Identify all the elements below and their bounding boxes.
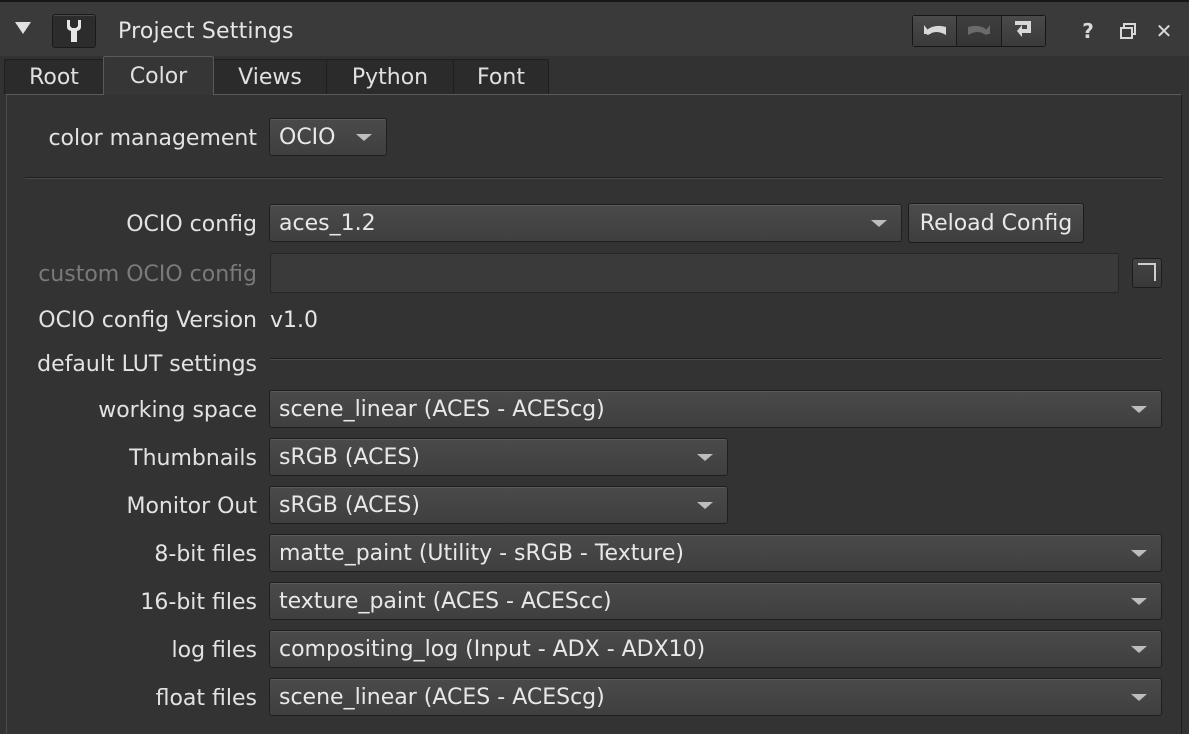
default-lut-settings-label: default LUT settings bbox=[37, 352, 257, 377]
redo-icon bbox=[966, 21, 992, 41]
panel-title: Project Settings bbox=[118, 19, 294, 44]
chevron-down-icon bbox=[1131, 598, 1147, 605]
reload-config-button[interactable]: Reload Config bbox=[908, 203, 1084, 243]
working-space-value: scene_linear (ACES - ACEScg) bbox=[279, 397, 605, 422]
ocio-config-value: aces_1.2 bbox=[279, 211, 376, 236]
ocio-config-dropdown[interactable]: aces_1.2 bbox=[269, 204, 902, 242]
tab-root[interactable]: Root bbox=[4, 59, 104, 94]
collapse-triangle-icon[interactable] bbox=[8, 12, 38, 44]
16bit-files-value: texture_paint (ACES - ACEScc) bbox=[279, 589, 612, 614]
log-files-label: log files bbox=[171, 638, 258, 663]
16bit-files-dropdown[interactable]: texture_paint (ACES - ACEScc) bbox=[269, 582, 1162, 620]
redo-button[interactable] bbox=[957, 16, 1002, 46]
chevron-down-icon bbox=[697, 502, 713, 509]
thumbnails-value: sRGB (ACES) bbox=[279, 445, 420, 470]
working-space-dropdown[interactable]: scene_linear (ACES - ACEScg) bbox=[269, 390, 1162, 428]
monitor-out-dropdown[interactable]: sRGB (ACES) bbox=[269, 486, 728, 524]
tab-bar: Root Color Views Python Font bbox=[0, 56, 1189, 95]
chevron-down-icon bbox=[697, 454, 713, 461]
color-management-label: color management bbox=[48, 126, 257, 151]
color-management-value: OCIO bbox=[279, 125, 336, 150]
tab-views[interactable]: Views bbox=[213, 59, 327, 94]
revert-button[interactable] bbox=[1001, 16, 1045, 46]
chevron-down-icon bbox=[871, 220, 887, 227]
custom-ocio-config-label: custom OCIO config bbox=[38, 262, 257, 287]
chevron-down-icon bbox=[1131, 694, 1147, 701]
custom-ocio-config-field[interactable] bbox=[270, 253, 1119, 293]
wrench-icon[interactable] bbox=[52, 14, 96, 48]
16bit-files-label: 16-bit files bbox=[140, 590, 257, 615]
log-files-value: compositing_log (Input - ADX - ADX10) bbox=[279, 637, 706, 662]
chevron-down-icon bbox=[356, 134, 372, 141]
history-buttons bbox=[912, 15, 1046, 47]
monitor-out-label: Monitor Out bbox=[126, 494, 257, 519]
tab-python[interactable]: Python bbox=[326, 59, 454, 94]
revert-icon bbox=[1012, 19, 1034, 43]
tab-font[interactable]: Font bbox=[453, 59, 549, 94]
help-icon[interactable]: ? bbox=[1074, 16, 1102, 46]
float-files-dropdown[interactable]: scene_linear (ACES - ACEScg) bbox=[269, 678, 1162, 716]
float-window-icon[interactable] bbox=[1114, 16, 1142, 46]
8bit-files-value: matte_paint (Utility - sRGB - Texture) bbox=[279, 541, 684, 566]
lut-section-divider bbox=[270, 358, 1162, 360]
ocio-config-version-label: OCIO config Version bbox=[38, 308, 257, 333]
undo-button[interactable] bbox=[913, 16, 958, 46]
float-files-label: float files bbox=[155, 686, 257, 711]
chevron-down-icon bbox=[1131, 550, 1147, 557]
8bit-files-label: 8-bit files bbox=[154, 542, 257, 567]
color-management-dropdown[interactable]: OCIO bbox=[269, 118, 387, 156]
chevron-down-icon bbox=[1131, 406, 1147, 413]
8bit-files-dropdown[interactable]: matte_paint (Utility - sRGB - Texture) bbox=[269, 534, 1162, 572]
tab-color[interactable]: Color bbox=[103, 56, 214, 95]
float-files-value: scene_linear (ACES - ACEScg) bbox=[279, 685, 605, 710]
section-divider bbox=[25, 177, 1162, 179]
thumbnails-dropdown[interactable]: sRGB (ACES) bbox=[269, 438, 728, 476]
undo-icon bbox=[922, 21, 948, 41]
working-space-label: working space bbox=[98, 398, 257, 423]
thumbnails-label: Thumbnails bbox=[129, 446, 257, 471]
ocio-config-version-value: v1.0 bbox=[270, 308, 319, 333]
folder-icon[interactable] bbox=[1132, 258, 1162, 288]
ocio-config-label: OCIO config bbox=[126, 212, 257, 237]
monitor-out-value: sRGB (ACES) bbox=[279, 493, 420, 518]
chevron-down-icon bbox=[1131, 646, 1147, 653]
log-files-dropdown[interactable]: compositing_log (Input - ADX - ADX10) bbox=[269, 630, 1162, 668]
title-bar: Project Settings ? ✕ bbox=[0, 0, 1189, 56]
close-icon[interactable]: ✕ bbox=[1150, 16, 1178, 46]
